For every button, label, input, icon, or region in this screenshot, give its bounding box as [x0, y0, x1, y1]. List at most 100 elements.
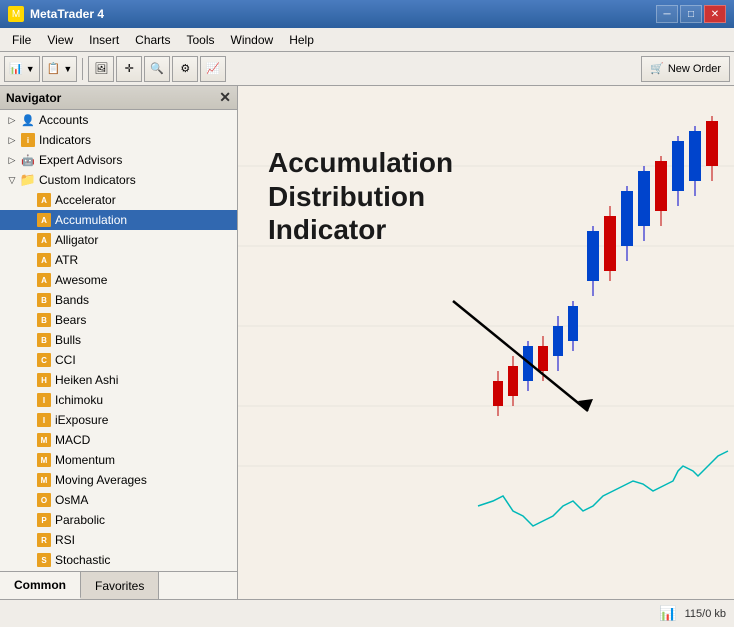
new-order-button[interactable]: 🛒 New Order	[641, 56, 730, 82]
toolbar-btn-5[interactable]: 🔍	[144, 56, 170, 82]
alligator-icon: A	[36, 232, 52, 248]
toolbar: 📊▼ 📋▼ 🖼 ✛ 🔍 ⚙ 📈 🛒 New Order	[0, 52, 734, 86]
bands-expander	[20, 292, 36, 308]
toolbar-btn-1[interactable]: 📊▼	[4, 56, 40, 82]
tree-ichimoku[interactable]: I Ichimoku	[0, 390, 237, 410]
indicators-icon: i	[20, 132, 36, 148]
navigator-tree[interactable]: ▷ 👤 Accounts ▷ i Indicators ▷ 🤖 Expert A…	[0, 110, 237, 571]
tree-accounts[interactable]: ▷ 👤 Accounts	[0, 110, 237, 130]
new-order-icon: 🛒	[650, 62, 664, 75]
tree-bulls[interactable]: B Bulls	[0, 330, 237, 350]
tree-momentum[interactable]: M Momentum	[0, 450, 237, 470]
tree-expert-advisors[interactable]: ▷ 🤖 Expert Advisors	[0, 150, 237, 170]
toolbar-btn-7[interactable]: 📈	[200, 56, 226, 82]
tree-alligator[interactable]: A Alligator	[0, 230, 237, 250]
tree-bands[interactable]: B Bands	[0, 290, 237, 310]
cci-expander	[20, 352, 36, 368]
toolbar-separator-1	[82, 58, 83, 80]
app-icon: M	[8, 6, 24, 22]
indicators-label: Indicators	[39, 133, 91, 147]
momentum-icon: M	[36, 452, 52, 468]
tree-iexposure[interactable]: I iExposure	[0, 410, 237, 430]
custom-expander: ▽	[4, 172, 20, 188]
cci-label: CCI	[55, 353, 76, 367]
tree-custom-indicators[interactable]: ▽ 📁 Custom Indicators	[0, 170, 237, 190]
rsi-expander	[20, 532, 36, 548]
tree-osma[interactable]: O OsMA	[0, 490, 237, 510]
annotation-line2: Distribution	[268, 180, 453, 214]
menu-help[interactable]: Help	[281, 31, 322, 49]
rsi-label: RSI	[55, 533, 75, 547]
tree-stochastic[interactable]: S Stochastic	[0, 550, 237, 570]
menu-file[interactable]: File	[4, 31, 39, 49]
tree-macd[interactable]: M MACD	[0, 430, 237, 450]
osma-expander	[20, 492, 36, 508]
close-button[interactable]: ✕	[704, 5, 726, 23]
title-controls: ─ □ ✕	[656, 5, 726, 23]
macd-label: MACD	[55, 433, 90, 447]
bands-label: Bands	[55, 293, 89, 307]
accumulation-expander	[20, 212, 36, 228]
alligator-label: Alligator	[55, 233, 98, 247]
tree-bears[interactable]: B Bears	[0, 310, 237, 330]
bulls-expander	[20, 332, 36, 348]
annotation-text: Accumulation Distribution Indicator	[268, 146, 453, 247]
atr-expander	[20, 252, 36, 268]
osma-icon: O	[36, 492, 52, 508]
status-bar: 📊 115/0 kb	[0, 599, 734, 627]
awesome-label: Awesome	[55, 273, 107, 287]
atr-icon: A	[36, 252, 52, 268]
momentum-label: Momentum	[55, 453, 115, 467]
indicators-icon: 📈	[206, 62, 220, 75]
tab-favorites[interactable]: Favorites	[81, 572, 159, 599]
awesome-expander	[20, 272, 36, 288]
momentum-expander	[20, 452, 36, 468]
accumulation-label: Accumulation	[55, 213, 127, 227]
tree-moving-avg[interactable]: M Moving Averages	[0, 470, 237, 490]
tree-heiken[interactable]: H Heiken Ashi	[0, 370, 237, 390]
atr-label: ATR	[55, 253, 78, 267]
parabolic-label: Parabolic	[55, 513, 105, 527]
tab-common[interactable]: Common	[0, 572, 81, 599]
menu-view[interactable]: View	[39, 31, 81, 49]
toolbar-btn-3[interactable]: 🖼	[88, 56, 114, 82]
menu-tools[interactable]: Tools	[179, 31, 223, 49]
menu-window[interactable]: Window	[223, 31, 282, 49]
minimize-button[interactable]: ─	[656, 5, 678, 23]
iexposure-label: iExposure	[55, 413, 108, 427]
tab-favorites-label: Favorites	[95, 579, 144, 593]
ma-icon: M	[36, 472, 52, 488]
tree-atr[interactable]: A ATR	[0, 250, 237, 270]
tree-rsi[interactable]: R RSI	[0, 530, 237, 550]
indicators-expander: ▷	[4, 132, 20, 148]
navigator-panel: Navigator ✕ ▷ 👤 Accounts ▷ i Indicators …	[0, 86, 238, 599]
menu-insert[interactable]: Insert	[81, 31, 127, 49]
profiles-icon: 🖼	[94, 62, 108, 75]
stochastic-icon: S	[36, 552, 52, 568]
annotation-line1: Accumulation	[268, 146, 453, 180]
ma-label: Moving Averages	[55, 473, 147, 487]
bears-label: Bears	[55, 313, 86, 327]
accounts-expander: ▷	[4, 112, 20, 128]
menu-charts[interactable]: Charts	[127, 31, 178, 49]
tree-parabolic[interactable]: P Parabolic	[0, 510, 237, 530]
status-info: 115/0 kb	[685, 608, 726, 620]
tree-accumulation[interactable]: A Accumulation	[0, 210, 237, 230]
maximize-button[interactable]: □	[680, 5, 702, 23]
accelerator-label: Accelerator	[55, 193, 116, 207]
rsi-icon: R	[36, 532, 52, 548]
iexposure-expander	[20, 412, 36, 428]
toolbar-btn-2[interactable]: 📋▼	[42, 56, 78, 82]
chart-new-icon: 📊	[9, 62, 23, 75]
toolbar-btn-6[interactable]: ⚙	[172, 56, 198, 82]
tree-awesome[interactable]: A Awesome	[0, 270, 237, 290]
toolbar-btn-4[interactable]: ✛	[116, 56, 142, 82]
navigator-close-button[interactable]: ✕	[219, 89, 231, 106]
ea-icon: 🤖	[20, 152, 36, 168]
bulls-label: Bulls	[55, 333, 81, 347]
tree-accelerator[interactable]: A Accelerator	[0, 190, 237, 210]
menu-bar: File View Insert Charts Tools Window Hel…	[0, 28, 734, 52]
tree-indicators[interactable]: ▷ i Indicators	[0, 130, 237, 150]
bears-icon: B	[36, 312, 52, 328]
tree-cci[interactable]: C CCI	[0, 350, 237, 370]
